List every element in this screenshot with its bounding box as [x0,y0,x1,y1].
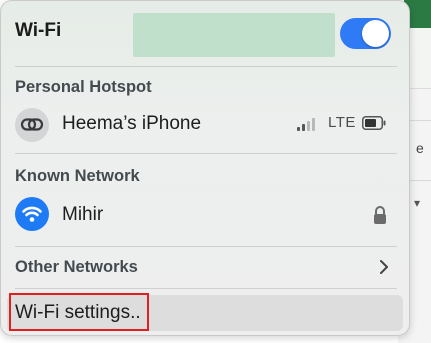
hotspot-device-name: Heema’s iPhone [62,113,202,134]
separator [15,153,397,154]
separator [15,288,397,289]
toggle-knob [362,20,389,47]
wifi-menu-panel: Wi-Fi Personal Hotspot Heema’s iPhone LT… [0,0,410,336]
separator [15,66,397,67]
title-highlight [133,13,335,57]
wifi-title: Wi-Fi [15,20,62,41]
lock-icon [374,206,386,224]
cellular-signal-icon [297,117,319,131]
separator [15,246,397,247]
personal-hotspot-heading: Personal Hotspot [15,78,152,96]
wifi-toggle[interactable] [340,18,391,49]
other-networks-label: Other Networks [15,258,138,276]
battery-icon [362,116,386,130]
background-text-fragment: e [416,140,424,156]
network-type-label: LTE [328,114,356,131]
chevron-right-icon [380,260,388,274]
hotspot-link-icon [15,108,49,142]
wifi-icon [15,197,49,231]
annotation-highlight-box [9,293,149,331]
known-network-heading: Known Network [15,167,140,185]
background-dropdown-arrow: ▾ [414,196,421,210]
known-network-name: Mihir [62,204,104,225]
